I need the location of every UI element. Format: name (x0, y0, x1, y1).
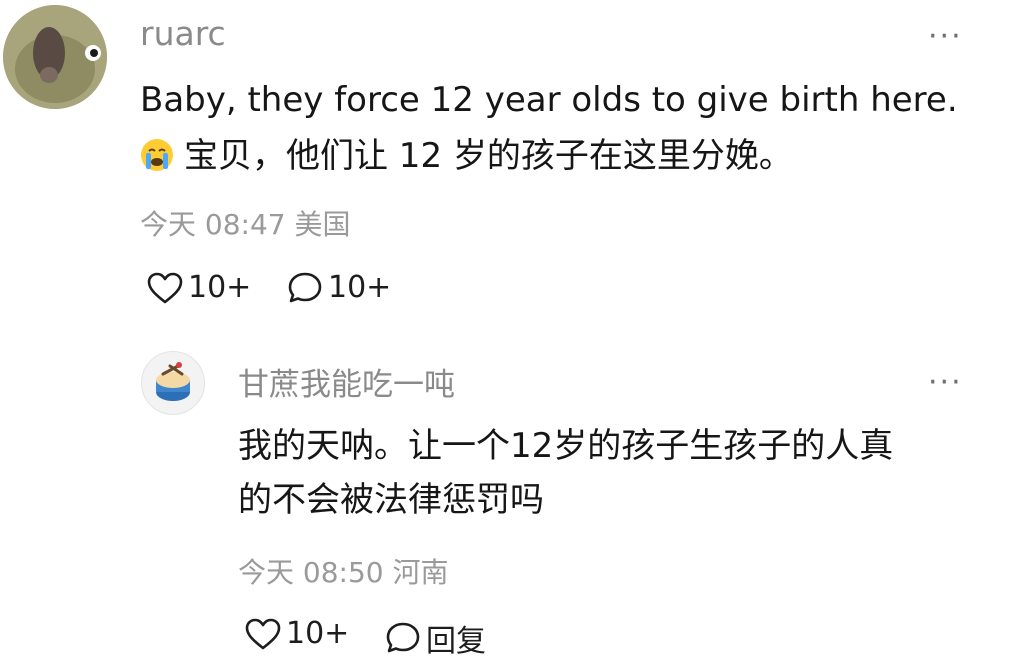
comment-bubble-icon (386, 622, 420, 653)
location: 河南 (392, 556, 449, 589)
like-button[interactable]: 10+ (244, 616, 349, 651)
comment-bubble-icon (288, 272, 322, 302)
crying-face-icon (141, 139, 173, 171)
comment-meta: 今天 08:47 美国 (140, 203, 351, 243)
comment-text-line-1: Baby, they force 12 year olds to give bi… (140, 80, 958, 120)
reply-text-line-2: 的不会被法律惩罚吗 (238, 480, 544, 520)
avatar[interactable] (141, 351, 205, 415)
like-button[interactable]: 10+ (146, 270, 251, 305)
comment-text-line-2: 宝贝，他们让 12 岁的孩子在这里分娩。 (140, 136, 793, 176)
reply-button[interactable]: 回复 (384, 616, 486, 660)
timestamp: 今天 08:50 (238, 556, 384, 589)
username[interactable]: ruarc (140, 14, 226, 53)
timestamp: 今天 08:47 (140, 208, 286, 241)
reply-count-button[interactable]: 10+ (286, 270, 391, 305)
comment-text-translation: 宝贝，他们让 12 岁的孩子在这里分娩。 (184, 136, 793, 176)
more-options-icon[interactable]: ··· (928, 22, 963, 52)
location: 美国 (294, 208, 351, 241)
username[interactable]: 甘蔗我能吃一吨 (238, 359, 455, 404)
heart-icon (147, 272, 183, 303)
avatar[interactable] (3, 5, 107, 109)
reply-text-line-1: 我的天呐。让一个12岁的孩子生孩子的人真 (238, 426, 894, 466)
reply-count: 10+ (328, 270, 392, 305)
reply-meta: 今天 08:50 河南 (238, 551, 449, 591)
heart-icon (245, 618, 281, 649)
more-options-icon[interactable]: ··· (928, 368, 963, 398)
like-count: 10+ (188, 270, 252, 305)
like-count: 10+ (286, 616, 350, 651)
reply-label: 回复 (426, 624, 486, 659)
